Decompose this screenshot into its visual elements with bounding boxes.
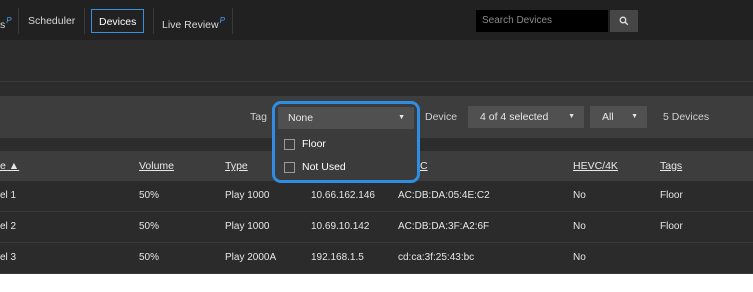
- tag-option-not-used[interactable]: Not Used: [284, 158, 346, 176]
- column-header-hevc[interactable]: HEVC/4K: [573, 151, 618, 181]
- device-select-value: 4 of 4 selected: [480, 111, 549, 123]
- tag-option-label: Floor: [302, 138, 326, 150]
- beta-marker: P: [219, 16, 225, 25]
- chevron-down-icon: ▼: [568, 113, 575, 120]
- cell-ip: 10.69.10.142: [311, 221, 370, 232]
- tag-option-floor[interactable]: Floor: [284, 135, 326, 153]
- nav-divider: [84, 8, 85, 34]
- cell-tags: Floor: [660, 190, 683, 201]
- table-row[interactable]: el 2 50% Play 1000 10.69.10.142 AC:DB:DA…: [0, 212, 753, 243]
- all-select-value: All: [602, 111, 614, 123]
- nav-divider: [18, 8, 19, 34]
- column-header-mac[interactable]: C: [420, 151, 428, 181]
- cell-volume: 50%: [139, 252, 160, 263]
- tag-option-label: Not Used: [302, 161, 346, 173]
- search-input[interactable]: Search Devices: [476, 10, 608, 32]
- nav-item-live-review-label: Live Review: [162, 19, 219, 31]
- cell-mac: cd:ca:3f:25:43:bc: [398, 252, 475, 263]
- cell-volume: 50%: [139, 190, 160, 201]
- chevron-down-icon: ▼: [398, 114, 405, 121]
- table-row[interactable]: el 3 50% Play 2000A 192.168.1.5 cd:ca:3f…: [0, 243, 753, 274]
- page-header-band: [0, 40, 753, 82]
- checkbox[interactable]: [284, 138, 295, 150]
- column-header-type[interactable]: Type: [225, 151, 248, 181]
- nav-item-scheduler[interactable]: Scheduler: [28, 9, 75, 33]
- cell-name: el 1: [0, 190, 17, 201]
- device-count: 5 Devices: [663, 111, 710, 123]
- cell-type: Play 1000: [225, 221, 270, 232]
- tag-filter-label: Tag: [250, 111, 267, 123]
- nav-item-partial-label: s: [0, 19, 6, 31]
- cell-type: Play 2000A: [225, 252, 277, 263]
- search-icon: [619, 16, 629, 26]
- cell-ip: 192.168.1.5: [311, 252, 364, 263]
- cell-ip: 10.66.162.146: [311, 190, 375, 201]
- nav-item-devices[interactable]: Devices: [91, 9, 145, 33]
- table-row[interactable]: el 1 50% Play 1000 10.66.162.146 AC:DB:D…: [0, 181, 753, 212]
- beta-marker: P: [6, 16, 12, 25]
- cell-tags: Floor: [660, 221, 683, 232]
- column-header-tags[interactable]: Tags: [660, 151, 682, 181]
- tag-dropdown[interactable]: None ▼ Floor Not Used: [272, 101, 420, 183]
- nav-item-live-review[interactable]: Live ReviewP: [162, 9, 225, 33]
- device-filter-label: Device: [425, 111, 458, 123]
- nav-divider: [153, 8, 154, 34]
- cell-mac: AC:DB:DA:3F:A2:6F: [398, 221, 490, 232]
- column-header-name[interactable]: e ▲: [0, 151, 19, 181]
- device-select[interactable]: 4 of 4 selected ▼: [468, 106, 584, 128]
- cell-hevc: No: [573, 190, 586, 201]
- cell-name: el 2: [0, 221, 17, 232]
- cell-mac: AC:DB:DA:05:4E:C2: [398, 190, 490, 201]
- cell-hevc: No: [573, 252, 586, 263]
- column-header-volume[interactable]: Volume: [139, 151, 174, 181]
- tag-select-value: None: [288, 112, 314, 124]
- nav-divider: [232, 8, 233, 34]
- chevron-down-icon: ▼: [631, 113, 638, 120]
- nav-item-partial[interactable]: sP: [0, 9, 12, 33]
- cell-volume: 50%: [139, 221, 160, 232]
- all-select[interactable]: All ▼: [590, 106, 647, 128]
- page-header-band: [0, 82, 753, 96]
- cell-name: el 3: [0, 252, 17, 263]
- tag-select[interactable]: None ▼: [278, 107, 414, 129]
- search-button[interactable]: [610, 10, 638, 32]
- checkbox[interactable]: [284, 161, 295, 173]
- cell-type: Play 1000: [225, 190, 270, 201]
- cell-hevc: No: [573, 221, 586, 232]
- top-nav: sP Scheduler Devices Live ReviewP Search…: [0, 0, 753, 40]
